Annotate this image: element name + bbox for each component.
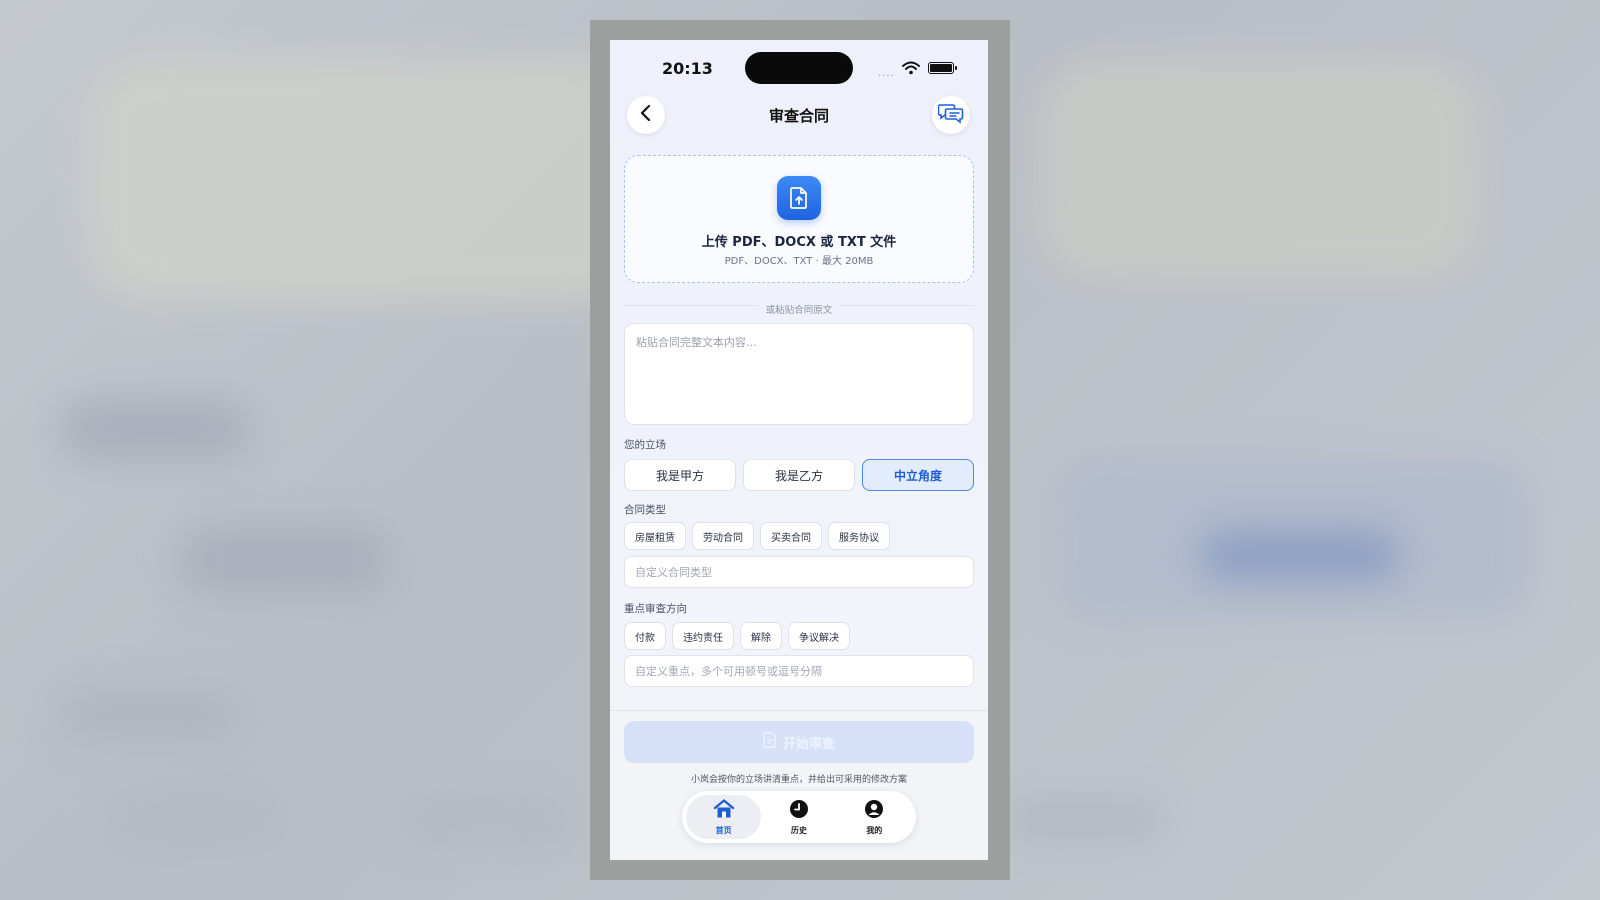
start-review-button[interactable]: 开始审查	[624, 721, 974, 763]
tab-home-label: 首页	[715, 825, 732, 835]
backdrop-blur	[60, 690, 240, 740]
tab-home[interactable]: 首页	[686, 795, 762, 839]
backdrop-blur	[1200, 530, 1400, 580]
contract-text-input[interactable]: 粘贴合同完整文本内容...	[624, 323, 974, 425]
backdrop-blur	[1010, 800, 1160, 840]
phone-screen: 20:13 .... 审查合同 上传 PDF、DOCX 或 TXT 文件 PDF…	[610, 40, 988, 860]
custom-focus-placeholder: 自定义重点，多个可用顿号或逗号分隔	[635, 665, 822, 678]
focus-chip[interactable]: 付款	[624, 622, 666, 650]
focus-chips: 付款 违约责任 解除 争议解决	[624, 622, 850, 650]
wifi-icon	[902, 60, 920, 79]
focus-chip[interactable]: 违约责任	[672, 622, 734, 650]
contract-type-chip[interactable]: 劳动合同	[692, 522, 754, 550]
upload-title: 上传 PDF、DOCX 或 TXT 文件	[701, 235, 897, 250]
focus-label: 重点审查方向	[624, 603, 687, 615]
device-frame: 20:13 .... 审查合同 上传 PDF、DOCX 或 TXT 文件 PDF…	[590, 20, 1010, 880]
document-icon	[763, 732, 777, 752]
profile-icon	[864, 799, 884, 823]
backdrop-blur	[400, 800, 570, 840]
custom-focus-input[interactable]: 自定义重点，多个可用顿号或逗号分隔	[624, 655, 974, 687]
tab-profile[interactable]: 我的	[837, 795, 912, 839]
backdrop-blur	[90, 60, 650, 300]
stance-neutral-button[interactable]: 中立角度	[862, 459, 974, 491]
home-icon	[713, 798, 735, 823]
custom-contract-type-input[interactable]: 自定义合同类型	[624, 556, 974, 588]
chat-bubbles-icon	[937, 102, 964, 128]
contract-type-chip[interactable]: 买卖合同	[760, 522, 822, 550]
backdrop-blur	[60, 400, 250, 460]
or-divider: 或粘贴合同原文	[624, 298, 974, 316]
contract-type-chip[interactable]: 服务协议	[828, 522, 890, 550]
contract-type-chips: 房屋租赁 劳动合同 买卖合同 服务协议	[624, 522, 890, 550]
dynamic-island	[745, 52, 853, 84]
contract-text-placeholder: 粘贴合同完整文本内容...	[636, 336, 757, 349]
battery-icon	[928, 62, 957, 74]
custom-contract-type-placeholder: 自定义合同类型	[635, 566, 712, 579]
status-bar: 20:13 ....	[610, 40, 988, 96]
upload-subtitle: PDF、DOCX、TXT · 最大 20MB	[724, 256, 874, 267]
stance-selector: 我是甲方 我是乙方 中立角度	[624, 459, 974, 491]
contract-type-chip[interactable]: 房屋租赁	[624, 522, 686, 550]
chat-button[interactable]	[932, 96, 970, 134]
start-review-label: 开始审查	[782, 736, 835, 752]
backdrop-blur	[1040, 60, 1480, 280]
bottom-action-panel: 开始审查 小岚会按你的立场讲清重点，并给出可采用的修改方案 首页 历史 我的	[610, 710, 988, 860]
upload-dropzone[interactable]: 上传 PDF、DOCX 或 TXT 文件 PDF、DOCX、TXT · 最大 2…	[624, 155, 974, 283]
file-upload-icon	[777, 176, 821, 220]
focus-chip[interactable]: 解除	[740, 622, 782, 650]
backdrop-blur	[180, 525, 390, 595]
backdrop-blur	[110, 800, 280, 840]
nav-bar: 审查合同	[610, 96, 988, 136]
stance-label: 您的立场	[624, 439, 666, 451]
focus-chip[interactable]: 争议解决	[788, 622, 850, 650]
tab-history-label: 历史	[790, 825, 807, 835]
tab-history[interactable]: 历史	[761, 795, 836, 839]
tab-profile-label: 我的	[866, 825, 883, 835]
tab-bar: 首页 历史 我的	[682, 791, 916, 843]
contract-type-label: 合同类型	[624, 504, 666, 516]
stance-party-a-button[interactable]: 我是甲方	[624, 459, 736, 491]
status-time: 20:13	[662, 59, 713, 78]
hint-text: 小岚会按你的立场讲清重点，并给出可采用的修改方案	[690, 775, 907, 785]
signal-icon: ....	[878, 68, 895, 79]
stance-party-b-button[interactable]: 我是乙方	[743, 459, 855, 491]
clock-icon	[789, 799, 809, 823]
divider-text: 或粘贴合同原文	[757, 302, 841, 316]
